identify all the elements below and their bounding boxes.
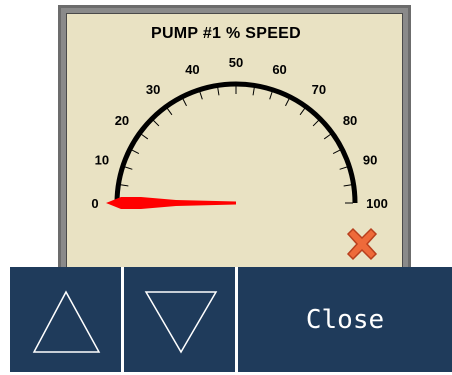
gauge-tick — [120, 184, 129, 187]
gauge-tick — [131, 149, 140, 154]
red-x-icon — [346, 227, 378, 261]
gauge-tick-labels: 0 10 20 30 40 50 60 70 80 90 100 — [91, 55, 387, 211]
gauge-tick — [269, 91, 273, 100]
gauge-tick — [343, 184, 352, 187]
gauge-tick-label: 80 — [343, 113, 357, 128]
gauge-tick — [285, 98, 290, 107]
triangle-down-icon — [144, 291, 218, 354]
speed-down-button[interactable] — [124, 267, 235, 372]
gauge-tick — [339, 166, 348, 170]
gauge-tick — [124, 166, 133, 170]
gauge-tick — [252, 87, 255, 96]
close-button-label: Close — [305, 305, 385, 335]
gauge-tick-label: 70 — [312, 82, 326, 97]
gauge-tick — [182, 98, 187, 107]
gauge-tick-label: 60 — [272, 62, 286, 77]
gauge-needle — [106, 197, 236, 209]
gauge-tick — [141, 133, 149, 140]
gauge-tick-label: 10 — [95, 152, 109, 167]
gauge-tick-label: 30 — [146, 82, 160, 97]
gauge-tick-label: 40 — [185, 62, 199, 77]
gauge-tick — [299, 108, 306, 116]
gauge-tick-label: 90 — [363, 152, 377, 167]
gauge-tick — [217, 87, 220, 96]
gauge-tick-label: 20 — [115, 113, 129, 128]
gauge-arc — [114, 81, 358, 204]
gauge-tick-label: 50 — [229, 55, 243, 70]
control-bar: Close — [10, 267, 452, 372]
gauge-tick-label: 100 — [366, 196, 388, 211]
gauge-ticks — [119, 86, 353, 204]
close-button[interactable]: Close — [238, 267, 452, 372]
gauge-tick — [312, 119, 320, 127]
gauge-tick-label: 0 — [91, 196, 98, 211]
gauge-tick — [152, 119, 160, 127]
gauge-tick — [166, 108, 173, 116]
gauge-tick — [199, 91, 203, 100]
gauge-tick — [323, 133, 331, 140]
gauge-tick — [332, 149, 341, 154]
triangle-up-icon — [32, 290, 101, 353]
speed-up-button[interactable] — [10, 267, 121, 372]
